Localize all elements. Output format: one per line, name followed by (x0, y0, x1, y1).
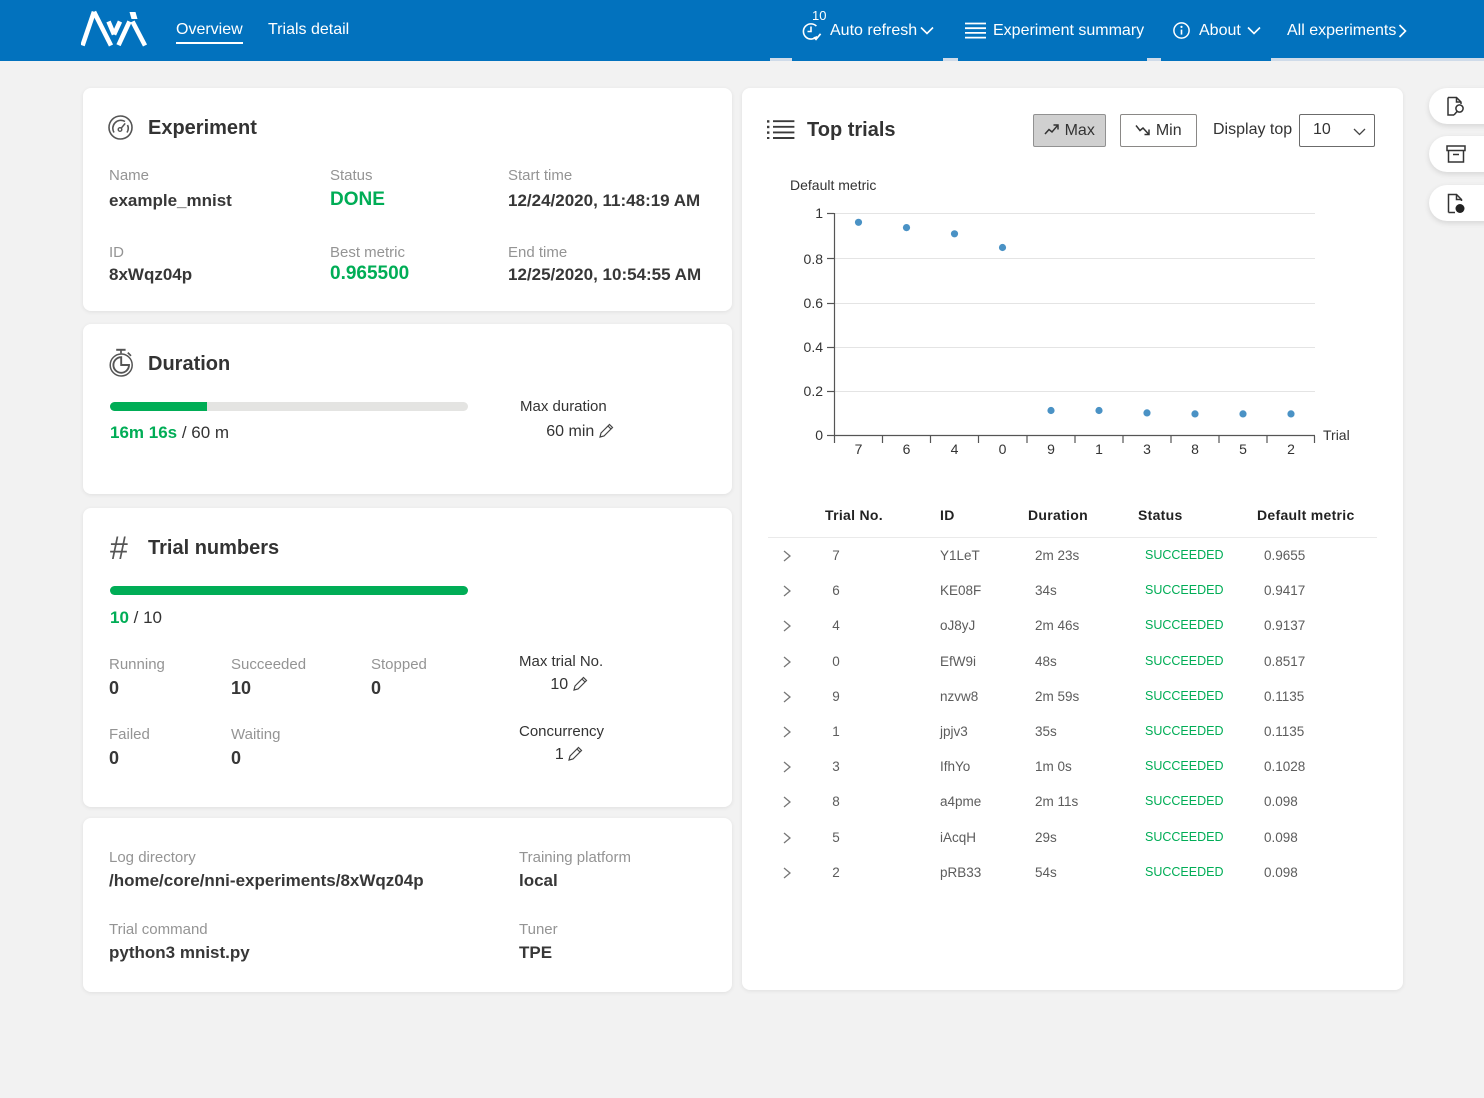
svg-text:5: 5 (1239, 441, 1247, 457)
svg-text:4: 4 (951, 441, 959, 457)
svg-text:0.4: 0.4 (804, 339, 824, 355)
svg-text:1: 1 (815, 205, 823, 221)
svg-text:6: 6 (903, 441, 911, 457)
svg-text:0.8: 0.8 (804, 251, 824, 267)
svg-text:0.6: 0.6 (804, 295, 824, 311)
svg-text:0: 0 (815, 427, 823, 443)
svg-text:3: 3 (1143, 441, 1151, 457)
svg-text:1: 1 (1095, 441, 1103, 457)
svg-text:8: 8 (1191, 441, 1199, 457)
svg-text:Default metric: Default metric (790, 177, 876, 193)
svg-text:Trial: Trial (1323, 427, 1350, 443)
svg-text:2: 2 (1287, 441, 1295, 457)
svg-text:9: 9 (1047, 441, 1055, 457)
svg-text:7: 7 (855, 441, 863, 457)
svg-text:0.2: 0.2 (804, 383, 824, 399)
svg-text:0: 0 (999, 441, 1007, 457)
